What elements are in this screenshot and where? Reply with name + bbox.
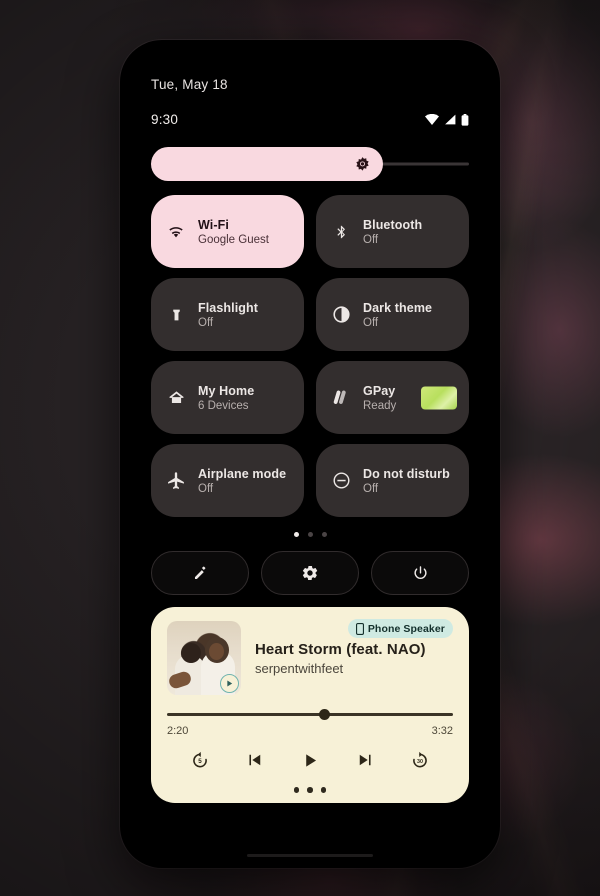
tile-label: GPay [363,383,396,398]
page-indicator[interactable] [151,532,469,537]
flashlight-icon [165,305,187,325]
media-title: Heart Storm (feat. NAO) [255,641,426,658]
tile-sublabel: Off [363,233,379,246]
tile-wifi[interactable]: Wi-Fi Google Guest [151,195,304,268]
wifi-icon [425,114,439,125]
skip-previous-icon [246,751,264,769]
tile-sublabel: Off [363,482,379,495]
skip-next-icon [356,751,374,769]
tile-sublabel: Off [198,316,214,329]
tile-sublabel: Ready [363,399,397,412]
contrast-icon [330,305,352,324]
gpay-icon [330,390,352,406]
bluetooth-icon [330,222,352,242]
phone-icon [355,622,364,635]
page-dot-3[interactable] [321,532,327,537]
footer-actions [151,551,469,595]
cellular-signal-icon [444,114,456,125]
tile-label: Dark theme [363,300,433,315]
battery-icon [461,113,469,126]
tile-label: My Home [198,383,255,398]
status-bar: 9:30 [151,112,469,127]
media-seek-bar[interactable] [167,709,453,720]
play-icon [301,751,320,770]
play-badge-icon[interactable] [220,674,239,693]
tile-airplane-mode[interactable]: Airplane mode Off [151,444,304,517]
replay-5-icon: 5 [190,750,210,770]
tile-flashlight[interactable]: Flashlight Off [151,278,304,351]
media-dot-2[interactable] [307,787,313,793]
quick-settings-panel: Tue, May 18 9:30 Wi-Fi Google Guest Blue… [127,47,493,861]
tile-dark-theme[interactable]: Dark theme Off [316,278,469,351]
tile-bluetooth[interactable]: Bluetooth Off [316,195,469,268]
media-dot-1[interactable] [293,787,300,793]
tile-label: Flashlight [198,300,259,315]
power-button[interactable] [371,551,469,595]
album-art[interactable] [167,621,241,695]
airplane-icon [165,471,187,491]
settings-button[interactable] [261,551,359,595]
gesture-navigation-bar[interactable] [247,853,373,857]
tile-sublabel: Google Guest [198,233,269,246]
replay-5-button[interactable]: 5 [185,745,215,775]
media-elapsed: 2:20 [167,725,189,737]
tile-sublabel: Off [363,316,379,329]
tile-label: Do not disturb [363,466,450,481]
tile-label: Wi-Fi [198,217,229,232]
edit-tiles-button[interactable] [151,551,249,595]
album-art-head-left [181,643,201,663]
forward-30-icon: 30 [410,750,430,770]
media-dot-3[interactable] [320,787,327,793]
page-dot-2[interactable] [307,532,313,537]
status-date: Tue, May 18 [151,77,228,92]
media-controls: 5 30 [167,737,453,775]
brightness-icon [354,156,371,173]
power-icon [412,565,429,582]
tile-my-home[interactable]: My Home 6 Devices [151,361,304,434]
play-button[interactable] [295,745,325,775]
wifi-icon [165,224,187,240]
tile-sublabel: Off [198,482,214,495]
seek-thumb[interactable] [319,709,331,720]
brightness-fill [151,147,384,181]
brightness-slider[interactable] [151,147,469,181]
media-player: Phone Speaker Heart Storm (feat. NAO) se… [151,607,469,803]
status-system-icons [425,113,469,126]
media-times: 2:20 3:32 [167,725,453,737]
output-device-chip[interactable]: Phone Speaker [347,619,453,638]
media-artist: serpentwithfeet [255,661,344,676]
quick-settings-tiles: Wi-Fi Google Guest Bluetooth Off Flashli… [151,195,469,517]
status-clock: 9:30 [151,112,179,127]
previous-button[interactable] [240,745,270,775]
media-duration: 3:32 [431,725,453,737]
tile-sublabel: 6 Devices [198,399,249,412]
svg-text:5: 5 [198,758,202,765]
phone-device-frame: Tue, May 18 9:30 Wi-Fi Google Guest Blue… [120,40,500,868]
gpay-card-thumbnail [421,386,457,409]
tile-do-not-disturb[interactable]: Do not disturb Off [316,444,469,517]
svg-text:30: 30 [417,759,423,765]
seek-track [167,713,453,716]
tile-gpay[interactable]: GPay Ready [316,361,469,434]
tile-label: Bluetooth [363,217,423,232]
page-dot-1[interactable] [293,532,299,537]
output-device-label: Phone Speaker [367,622,445,635]
do-not-disturb-icon [330,471,352,490]
tile-label: Airplane mode [198,466,287,481]
pencil-icon [192,565,209,582]
home-icon [165,388,187,407]
album-art-face [209,643,224,660]
next-button[interactable] [350,745,380,775]
forward-30-button[interactable]: 30 [405,745,435,775]
gear-icon [301,564,319,582]
media-page-indicator[interactable] [167,787,453,793]
